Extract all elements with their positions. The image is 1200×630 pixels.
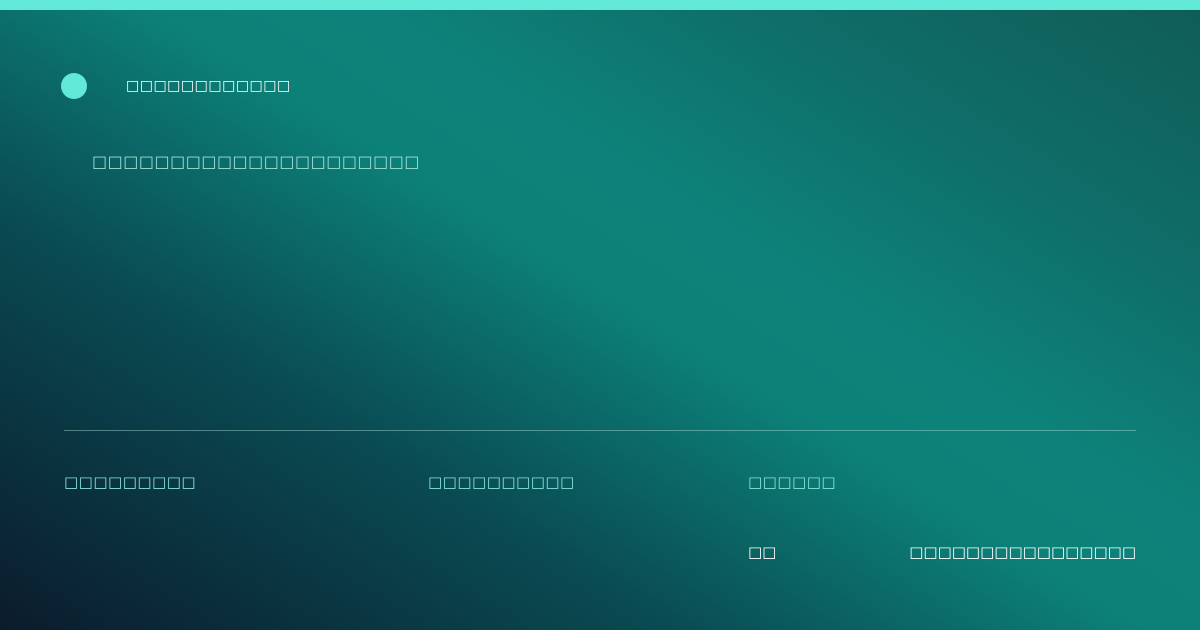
page-headline: □□□□□□□□□□□□□□□□□□□□□: [92, 152, 420, 171]
footer-label-3: □□□□□□: [748, 473, 837, 491]
footer-label-1: □□□□□□□□□: [64, 473, 197, 491]
status-dot-icon: [61, 73, 87, 99]
footer-label-2: □□□□□□□□□□: [428, 473, 575, 491]
footer-meta-value: □□□□□□□□□□□□□□□□: [909, 543, 1136, 561]
brand-name: □□□□□□□□□□□□: [126, 78, 291, 94]
top-accent-strip: [0, 0, 1200, 10]
divider: [64, 430, 1136, 431]
footer-meta-key: □□: [748, 543, 777, 561]
